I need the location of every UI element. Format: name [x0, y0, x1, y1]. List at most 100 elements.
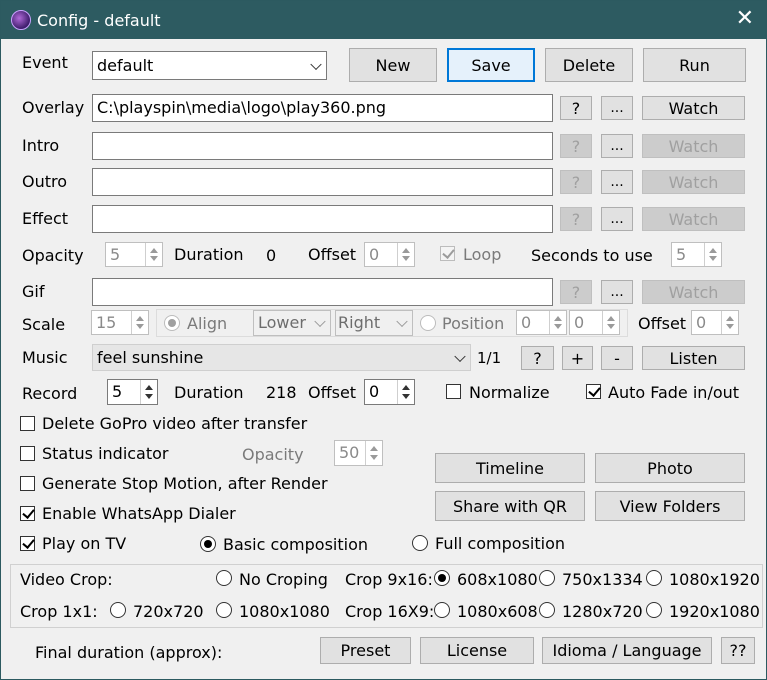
play-on-tv-checkbox[interactable] [20, 536, 35, 551]
auto-fade-checkbox[interactable] [586, 384, 601, 399]
crop-1280x720-radio[interactable] [539, 602, 555, 618]
position-y-stepper[interactable]: 0 [569, 310, 620, 335]
arrow-up-icon[interactable] [709, 248, 717, 253]
delete-gopro-checkbox[interactable] [20, 416, 35, 431]
gif-path-input[interactable] [92, 278, 553, 306]
view-folders-button[interactable]: View Folders [595, 491, 745, 521]
arrow-up-icon[interactable] [554, 316, 562, 321]
overlay-path-input[interactable]: C:\playspin\media\logo\play360.png [92, 94, 553, 122]
music-value: feel sunshine [97, 348, 204, 367]
stop-motion-checkbox[interactable] [20, 476, 35, 491]
music-add-button[interactable]: + [562, 346, 593, 370]
license-button[interactable]: License [420, 637, 534, 664]
save-button[interactable]: Save [447, 48, 535, 82]
music-label: Music [22, 348, 68, 367]
crop-608x1080-radio[interactable] [434, 570, 450, 586]
arrow-up-icon[interactable] [726, 316, 734, 321]
effect-help-button[interactable]: ? [560, 207, 592, 231]
outro-help-button[interactable]: ? [560, 170, 592, 194]
crop-1080x1920-radio[interactable] [646, 570, 662, 586]
music-help-button[interactable]: ? [521, 346, 554, 370]
scale-stepper[interactable]: 15 [91, 310, 149, 335]
no-cropping-radio[interactable] [216, 570, 232, 586]
outro-browse-button[interactable]: ... [601, 170, 633, 194]
arrow-up-icon[interactable] [402, 385, 410, 390]
gif-watch-button[interactable]: Watch [642, 280, 745, 304]
crop-750x1334-radio[interactable] [539, 570, 555, 586]
crop-1080x608-radio[interactable] [434, 602, 450, 618]
outro-path-input[interactable] [92, 168, 553, 196]
photo-button[interactable]: Photo [595, 453, 745, 483]
status-opacity-stepper[interactable]: 50 [334, 440, 383, 466]
record-duration-value: 218 [266, 383, 297, 402]
arrow-down-icon[interactable] [150, 256, 158, 261]
close-icon[interactable]: ✕ [736, 7, 754, 31]
arrow-up-icon[interactable] [145, 385, 153, 390]
arrow-down-icon[interactable] [607, 324, 615, 329]
intro-browse-button[interactable]: ... [601, 134, 633, 158]
arrow-down-icon[interactable] [726, 324, 734, 329]
run-button[interactable]: Run [643, 48, 746, 82]
record-offset-stepper[interactable]: 0 [364, 379, 415, 405]
position-radio[interactable] [420, 315, 436, 331]
music-dropdown[interactable]: feel sunshine [92, 344, 471, 371]
event-label: Event [22, 53, 68, 72]
opacity-stepper[interactable]: 5 [105, 242, 163, 267]
position-x-stepper[interactable]: 0 [516, 310, 567, 335]
loop-checkbox[interactable] [440, 246, 455, 261]
title-bar[interactable]: Config - default ✕ [1, 1, 766, 39]
intro-path-input[interactable] [92, 132, 553, 160]
outro-watch-button[interactable]: Watch [642, 170, 745, 194]
align-vertical-dropdown[interactable]: Lower [253, 310, 331, 336]
intro-help-button[interactable]: ? [560, 134, 592, 158]
intro-watch-button[interactable]: Watch [642, 134, 745, 158]
arrow-down-icon[interactable] [370, 455, 378, 460]
full-composition-radio[interactable] [412, 535, 428, 551]
basic-composition-radio[interactable] [200, 536, 216, 552]
arrow-up-icon[interactable] [402, 248, 410, 253]
offset-stepper[interactable]: 0 [364, 242, 415, 267]
whatsapp-checkbox[interactable] [20, 506, 35, 521]
new-button[interactable]: New [349, 48, 437, 82]
status-indicator-label: Status indicator [42, 444, 169, 463]
timeline-button[interactable]: Timeline [435, 453, 585, 483]
music-remove-button[interactable]: - [601, 346, 633, 370]
effect-watch-button[interactable]: Watch [642, 207, 745, 231]
help-button[interactable]: ?? [721, 637, 755, 664]
record-stepper[interactable]: 5 [107, 379, 158, 405]
crop-1920x1080-radio[interactable] [646, 602, 662, 618]
arrow-down-icon[interactable] [709, 256, 717, 261]
language-button[interactable]: Idioma / Language [542, 637, 712, 664]
normalize-checkbox[interactable] [446, 384, 461, 399]
delete-button[interactable]: Delete [545, 48, 633, 82]
share-qr-button[interactable]: Share with QR [435, 491, 585, 521]
arrow-down-icon[interactable] [402, 394, 410, 399]
crop-1080x1080-radio[interactable] [216, 602, 232, 618]
arrow-up-icon[interactable] [150, 248, 158, 253]
overlay-help-button[interactable]: ? [560, 96, 592, 120]
arrow-up-icon[interactable] [370, 446, 378, 451]
status-indicator-checkbox[interactable] [20, 446, 35, 461]
event-dropdown[interactable]: default [92, 51, 327, 80]
align-radio[interactable] [164, 315, 180, 331]
music-listen-button[interactable]: Listen [642, 346, 745, 370]
arrow-up-icon[interactable] [136, 316, 144, 321]
effect-browse-button[interactable]: ... [601, 207, 633, 231]
arrow-down-icon[interactable] [145, 394, 153, 399]
seconds-to-use-label: Seconds to use [531, 246, 653, 265]
seconds-to-use-stepper[interactable]: 5 [671, 242, 722, 267]
scale-offset-stepper[interactable]: 0 [691, 310, 739, 335]
arrow-down-icon[interactable] [402, 256, 410, 261]
status-opacity-value: 50 [339, 443, 360, 462]
gif-browse-button[interactable]: ... [601, 280, 633, 304]
preset-button[interactable]: Preset [320, 637, 411, 664]
align-horizontal-dropdown[interactable]: Right [335, 310, 413, 336]
crop-720x720-radio[interactable] [110, 602, 126, 618]
overlay-watch-button[interactable]: Watch [642, 96, 745, 120]
overlay-browse-button[interactable]: ... [601, 96, 633, 120]
arrow-up-icon[interactable] [607, 316, 615, 321]
effect-path-input[interactable] [92, 205, 553, 233]
arrow-down-icon[interactable] [554, 324, 562, 329]
gif-help-button[interactable]: ? [560, 280, 592, 304]
arrow-down-icon[interactable] [136, 324, 144, 329]
